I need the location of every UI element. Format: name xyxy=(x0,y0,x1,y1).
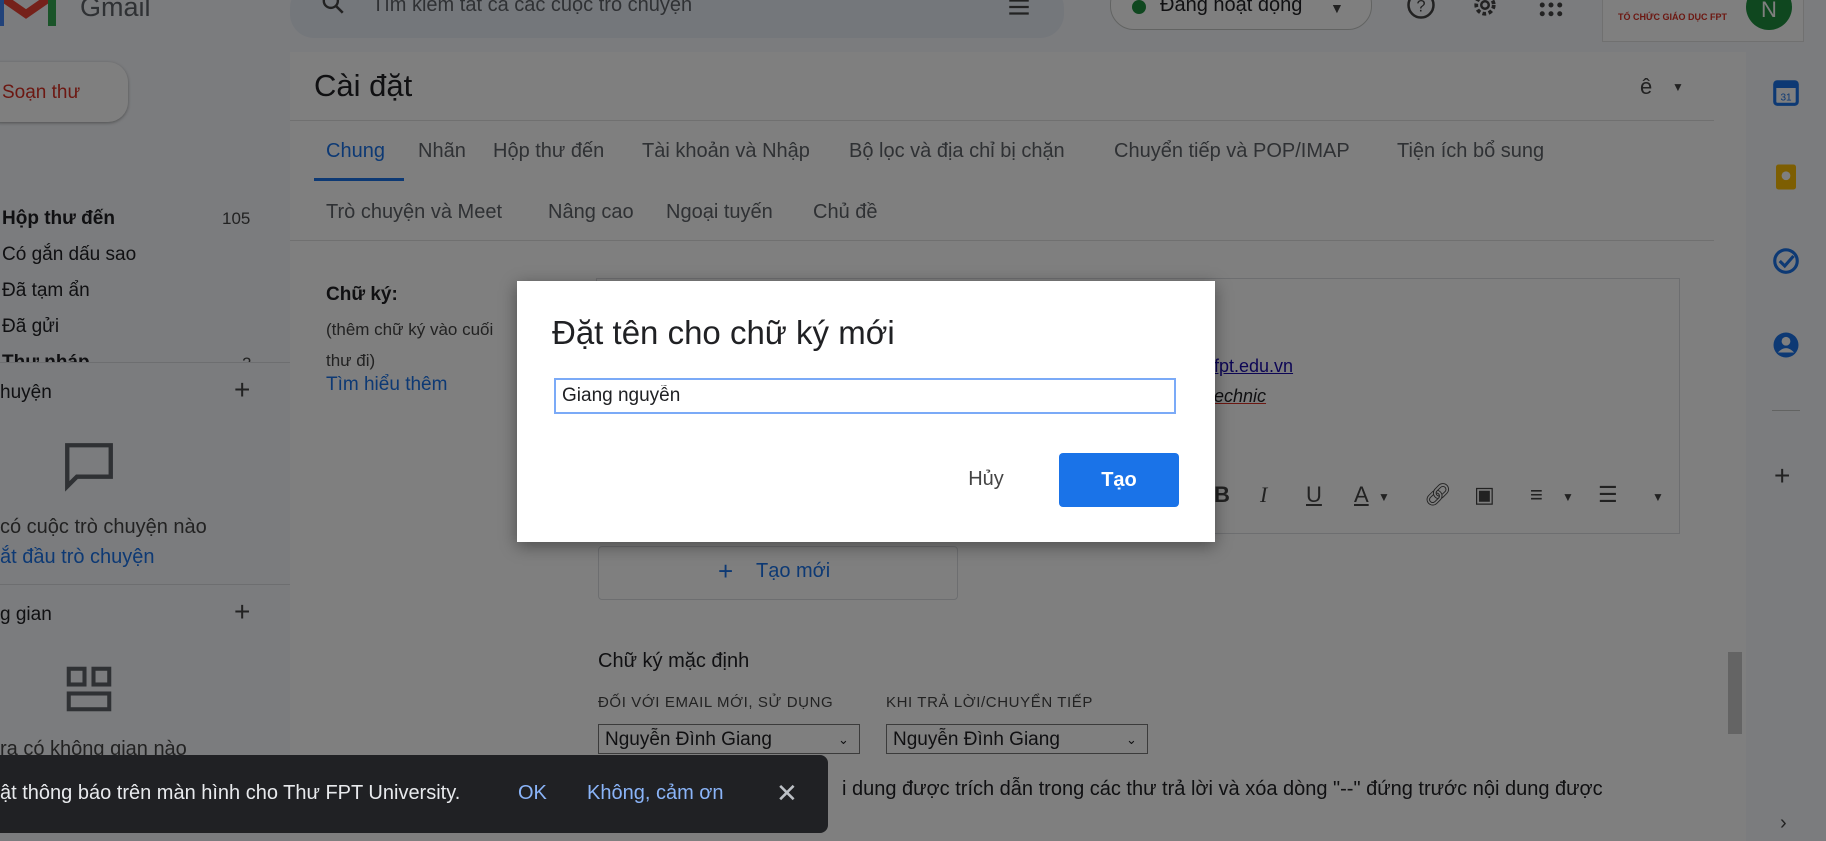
close-icon[interactable]: ✕ xyxy=(776,778,798,809)
dialog-title: Đặt tên cho chữ ký mới xyxy=(552,314,895,351)
snackbar-ok-button[interactable]: OK xyxy=(518,782,547,805)
create-button[interactable]: Tạo xyxy=(1059,453,1179,507)
snackbar-message: ật thông báo trên màn hình cho Thư FPT U… xyxy=(0,782,461,804)
snackbar-decline-button[interactable]: Không, cảm ơn xyxy=(587,782,724,805)
signature-name-input[interactable] xyxy=(554,378,1176,414)
cancel-button[interactable]: Hủy xyxy=(944,456,1028,502)
